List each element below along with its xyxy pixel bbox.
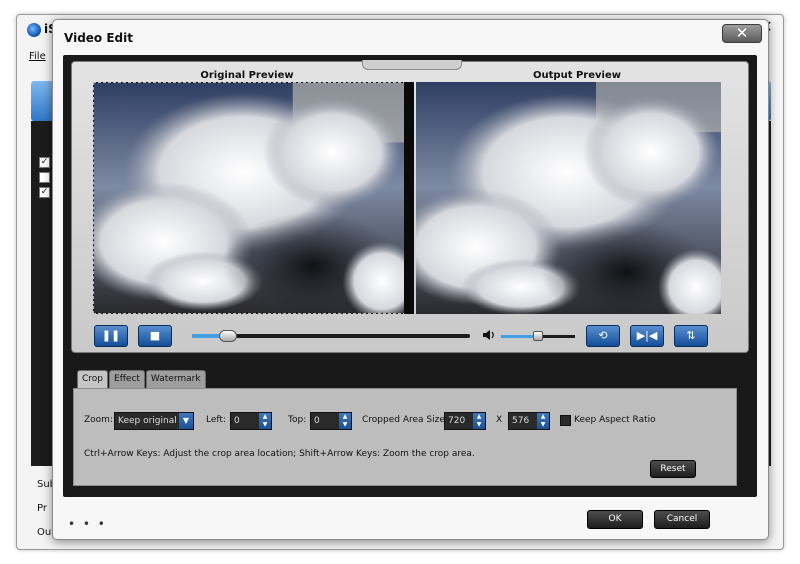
zoom-select-value: Keep original bbox=[118, 416, 177, 426]
zoom-select[interactable]: Keep original ▼ bbox=[114, 412, 194, 430]
flip-horizontal-icon: ▶|◀ bbox=[636, 329, 658, 342]
left-input-value: 0 bbox=[234, 416, 240, 426]
rotate-icon: ⟲ bbox=[598, 329, 608, 342]
crop-height-value: 576 bbox=[512, 416, 530, 426]
crop-height-input[interactable]: 576 ▲ ▼ bbox=[508, 412, 550, 430]
keep-aspect-ratio-label: Keep Aspect Ratio bbox=[574, 415, 656, 425]
rotate-button[interactable]: ⟲ bbox=[586, 325, 620, 347]
crop-controls-row: Zoom: Keep original ▼ Left: 0 ▲ ▼ Top: 0 … bbox=[84, 412, 724, 430]
flip-vertical-icon: ⇅ bbox=[686, 329, 696, 342]
ok-button[interactable]: OK bbox=[587, 510, 643, 529]
top-input[interactable]: 0 ▲ ▼ bbox=[310, 412, 352, 430]
chevron-down-icon[interactable]: ▼ bbox=[179, 413, 193, 429]
left-input[interactable]: 0 ▲ ▼ bbox=[230, 412, 272, 430]
zoom-label: Zoom: bbox=[84, 415, 113, 425]
top-label: Top: bbox=[288, 415, 307, 425]
stop-icon: ■ bbox=[149, 329, 161, 342]
file-list-checkboxes: ✓ ✓ bbox=[39, 157, 50, 202]
progress-thumb[interactable] bbox=[219, 330, 238, 342]
crop-width-stepper[interactable]: ▲ ▼ bbox=[473, 413, 485, 429]
pause-button[interactable]: ❚❚ bbox=[94, 325, 128, 347]
output-preview-label: Output Preview bbox=[533, 70, 621, 81]
playback-progress-slider[interactable] bbox=[192, 330, 470, 342]
volume-thumb[interactable] bbox=[533, 331, 543, 341]
left-label: Left: bbox=[206, 415, 226, 425]
menu-file[interactable]: File bbox=[29, 51, 46, 62]
more-options-icon[interactable]: • • • bbox=[68, 517, 107, 531]
pause-icon: ❚❚ bbox=[101, 329, 121, 342]
file-checkbox[interactable]: ✓ bbox=[39, 157, 50, 168]
tab-watermark[interactable]: Watermark bbox=[145, 370, 206, 388]
panel-notch bbox=[362, 60, 462, 70]
flip-vertical-button[interactable]: ⇅ bbox=[674, 325, 708, 347]
cancel-button[interactable]: Cancel bbox=[654, 510, 710, 529]
close-icon[interactable]: ✕ bbox=[722, 24, 762, 43]
tab-crop[interactable]: Crop bbox=[77, 370, 109, 388]
dialog-title: Video Edit bbox=[64, 31, 133, 45]
dialog-content: Original Preview Output Preview ❚❚ ■ ⟲ ▶… bbox=[63, 55, 757, 497]
file-checkbox[interactable] bbox=[39, 172, 50, 183]
crop-width-value: 720 bbox=[448, 416, 466, 426]
cloud-image bbox=[416, 82, 721, 314]
file-checkbox[interactable]: ✓ bbox=[39, 187, 50, 198]
crop-height-stepper[interactable]: ▲ ▼ bbox=[537, 413, 549, 429]
size-x-label: X bbox=[496, 415, 503, 425]
app-logo-icon bbox=[27, 23, 41, 37]
output-preview-video bbox=[416, 82, 721, 314]
reset-button[interactable]: Reset bbox=[650, 460, 696, 478]
flip-horizontal-button[interactable]: ▶|◀ bbox=[630, 325, 664, 347]
edit-tabs: Crop Effect Watermark bbox=[77, 370, 207, 388]
cropped-area-size-label: Cropped Area Size: bbox=[362, 415, 448, 425]
stop-button[interactable]: ■ bbox=[138, 325, 172, 347]
volume-slider[interactable] bbox=[501, 331, 575, 341]
keep-aspect-ratio-checkbox[interactable] bbox=[560, 415, 571, 426]
original-preview-video[interactable] bbox=[93, 82, 406, 314]
crop-hint-text: Ctrl+Arrow Keys: Adjust the crop area lo… bbox=[84, 449, 475, 459]
original-preview-label: Original Preview bbox=[200, 70, 294, 81]
tab-effect[interactable]: Effect bbox=[109, 370, 145, 388]
cloud-image bbox=[94, 83, 405, 313]
top-stepper[interactable]: ▲ ▼ bbox=[339, 413, 351, 429]
crop-width-input[interactable]: 720 ▲ ▼ bbox=[444, 412, 486, 430]
preview-panel: Original Preview Output Preview ❚❚ ■ ⟲ ▶… bbox=[71, 60, 749, 353]
volume-icon[interactable] bbox=[482, 328, 496, 342]
top-input-value: 0 bbox=[314, 416, 320, 426]
crop-settings-panel: Zoom: Keep original ▼ Left: 0 ▲ ▼ Top: 0 … bbox=[73, 388, 737, 486]
left-stepper[interactable]: ▲ ▼ bbox=[259, 413, 271, 429]
video-edit-dialog: Video Edit ✕ Original Preview Output Pre… bbox=[52, 19, 769, 540]
preview-separator bbox=[404, 82, 414, 314]
